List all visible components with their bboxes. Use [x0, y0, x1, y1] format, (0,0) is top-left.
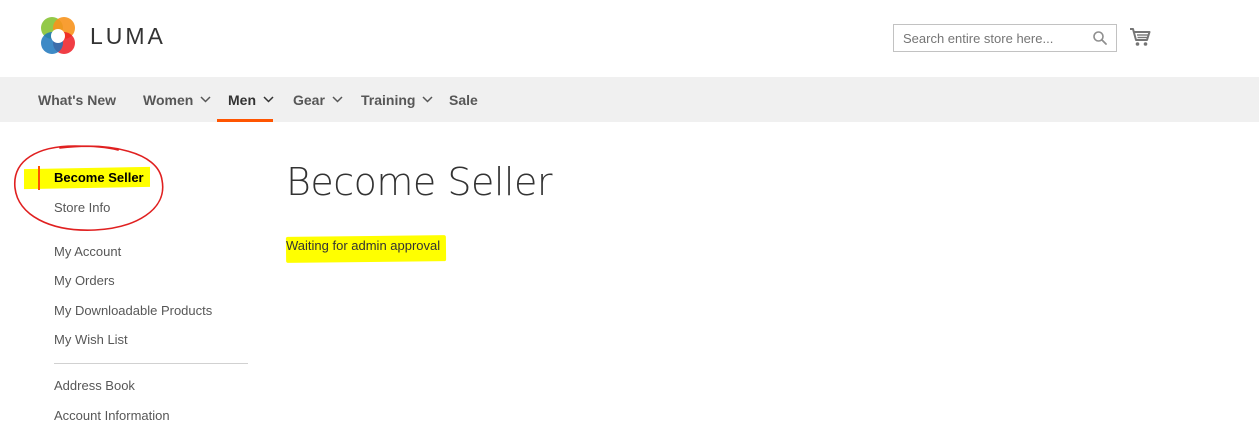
nav-item-gear[interactable]: Gear	[293, 77, 343, 122]
nav-item-women[interactable]: Women	[143, 77, 211, 122]
nav-item-sale[interactable]: Sale	[449, 77, 478, 122]
nav-item-training[interactable]: Training	[361, 77, 433, 122]
sidebar-item-become-seller[interactable]: Become Seller	[54, 170, 144, 185]
sidebar-item-my-downloadable-products[interactable]: My Downloadable Products	[54, 303, 212, 318]
sidebar-item-account-information[interactable]: Account Information	[54, 408, 170, 423]
active-nav-indicator	[217, 119, 273, 122]
chevron-down-icon	[332, 96, 343, 103]
site-header: LUMA	[0, 0, 1259, 77]
sidebar-item-my-account[interactable]: My Account	[54, 244, 121, 259]
chevron-down-icon	[200, 96, 211, 103]
nav-item-whats-new[interactable]: What's New	[38, 77, 116, 122]
main-navigation: What's New Women Men Gear Training Sale	[0, 77, 1259, 122]
sidebar-item-address-book[interactable]: Address Book	[54, 378, 135, 393]
approval-status-message: Waiting for admin approval	[286, 238, 441, 253]
search-icon[interactable]	[1092, 30, 1108, 46]
nav-item-label: Women	[143, 91, 194, 108]
chevron-down-icon	[263, 96, 274, 103]
nav-item-label: Sale	[449, 91, 478, 108]
store-logo[interactable]: LUMA	[39, 16, 166, 56]
current-item-indicator	[38, 166, 40, 190]
luma-logo-icon	[41, 17, 75, 54]
sidebar-item-store-info[interactable]: Store Info	[54, 200, 110, 215]
nav-item-label: What's New	[38, 91, 117, 108]
cart-icon[interactable]	[1129, 26, 1151, 48]
nav-item-label: Men	[228, 91, 256, 108]
page-title: Become Seller	[286, 160, 553, 204]
search-box	[893, 24, 1117, 52]
nav-item-men[interactable]: Men	[228, 77, 274, 122]
chevron-down-icon	[422, 96, 433, 103]
nav-item-label: Training	[361, 91, 416, 108]
sidebar-item-my-wish-list[interactable]: My Wish List	[54, 332, 128, 347]
nav-item-label: Gear	[293, 91, 325, 108]
sidebar-item-my-orders[interactable]: My Orders	[54, 273, 115, 288]
store-logo-text: LUMA	[90, 22, 166, 49]
sidebar-divider	[54, 363, 248, 364]
search-input[interactable]	[894, 25, 1084, 51]
